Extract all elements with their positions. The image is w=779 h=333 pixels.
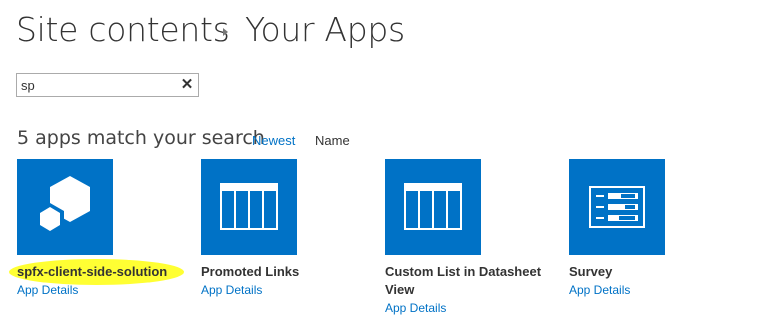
sort-name-link[interactable]: Name: [315, 133, 350, 148]
search-input[interactable]: [21, 76, 171, 94]
datasheet-list-icon: [404, 183, 462, 230]
app-details-link[interactable]: App Details: [201, 281, 262, 299]
page-title: Your Apps: [245, 10, 405, 49]
app-tile-spfx: spfx-client-side-solution App Details: [9, 159, 187, 299]
app-title[interactable]: Custom List in Datasheet View: [385, 263, 555, 299]
breadcrumb-site-contents[interactable]: Site contents: [16, 10, 230, 49]
app-tile-promoted-links: Promoted Links App Details: [201, 159, 371, 299]
app-title[interactable]: Survey: [569, 263, 739, 281]
app-tile-datasheet: Custom List in Datasheet View App Detail…: [385, 159, 555, 317]
app-tile-survey: Survey App Details: [569, 159, 739, 299]
app-tile-icon[interactable]: [201, 159, 297, 255]
promoted-links-icon: [220, 183, 278, 230]
hexagon-cubes-icon: [36, 176, 90, 235]
close-icon[interactable]: ✕: [180, 77, 194, 93]
app-details-link[interactable]: App Details: [569, 281, 630, 299]
app-title[interactable]: Promoted Links: [201, 263, 371, 281]
app-tile-icon[interactable]: [385, 159, 481, 255]
results-heading: 5 apps match your search: [17, 127, 265, 149]
sort-newest-link[interactable]: Newest: [252, 133, 295, 148]
app-details-link[interactable]: App Details: [385, 299, 446, 317]
survey-icon: [589, 186, 645, 228]
app-tile-icon[interactable]: [17, 159, 113, 255]
breadcrumb-separator-icon: [223, 28, 228, 36]
app-title[interactable]: spfx-client-side-solution: [9, 259, 187, 285]
search-box: ✕: [16, 73, 199, 97]
app-tile-icon[interactable]: [569, 159, 665, 255]
